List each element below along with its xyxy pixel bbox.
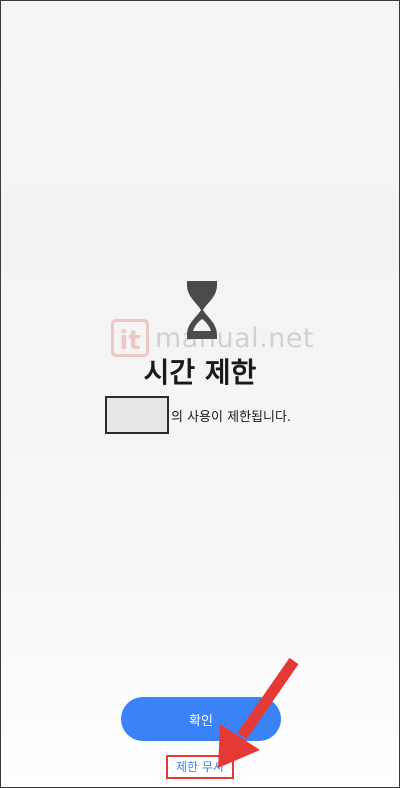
watermark-text: manual.net <box>155 322 315 354</box>
screen-frame: it manual.net 시간 제한 의 사용이 제한됩니다. 확인 제한 무… <box>0 0 400 788</box>
page-title: 시간 제한 <box>143 356 257 389</box>
app-name-redacted-box <box>105 396 169 434</box>
description-row: 의 사용이 제한됩니다. <box>105 396 291 434</box>
description-text: 의 사용이 제한됩니다. <box>171 409 292 425</box>
annotation-arrow-icon <box>218 657 299 768</box>
